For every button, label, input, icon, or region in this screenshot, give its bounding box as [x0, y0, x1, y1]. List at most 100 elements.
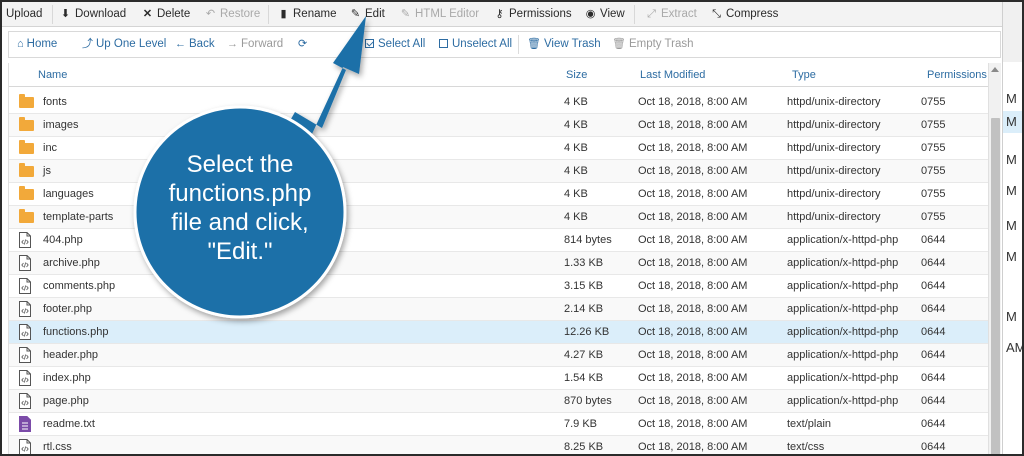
- checkbox-empty-icon: [439, 39, 448, 48]
- file-type: application/x-httpd-php: [787, 303, 899, 315]
- home-label: Home: [26, 38, 58, 50]
- callout-line: Select the: [186, 151, 294, 178]
- file-type: application/x-httpd-php: [787, 349, 899, 361]
- background-window-header: [1003, 2, 1022, 62]
- file-last-modified: Oct 18, 2018, 8:00 AM: [638, 326, 748, 338]
- table-row[interactable]: footer.php 2.14 KB Oct 18, 2018, 8:00 AM ap…: [9, 298, 988, 321]
- text-file-icon: [17, 416, 33, 432]
- folder-icon: [17, 117, 34, 133]
- file-name: footer.php: [43, 303, 92, 315]
- background-window-row: M: [1003, 149, 1022, 171]
- permissions-button[interactable]: ⚷ Permissions: [494, 2, 571, 27]
- file-permissions: 0644: [921, 257, 946, 269]
- table-row[interactable]: images 4 KB Oct 18, 2018, 8:00 AM httpd/uni…: [9, 114, 988, 137]
- home-icon: ⌂: [17, 38, 24, 50]
- table-row[interactable]: index.php 1.54 KB Oct 18, 2018, 8:00 AM app…: [9, 367, 988, 390]
- background-window-text: AM: [1006, 340, 1024, 355]
- file-last-modified: Oct 18, 2018, 8:00 AM: [638, 188, 748, 200]
- up-one-level-button[interactable]: ⤴ Up One Level: [82, 32, 166, 57]
- table-row[interactable]: fonts 4 KB Oct 18, 2018, 8:00 AM httpd/unix…: [9, 91, 988, 114]
- callout-line: file and click,: [171, 209, 309, 236]
- empty-trash-button[interactable]: 🗑 Empty Trash: [612, 32, 694, 57]
- navigation-bar: ⌂ Home ⤴ Up One Level ← Back → Forward ⟳ Sel…: [8, 31, 1001, 58]
- background-window-text: M: [1006, 218, 1017, 233]
- compress-button[interactable]: ⤡ Compress: [711, 2, 778, 27]
- trash-icon: 🗑: [527, 38, 541, 50]
- file-type: httpd/unix-directory: [787, 142, 881, 154]
- html-editor-button[interactable]: ✎ HTML Editor: [400, 2, 479, 27]
- home-button[interactable]: ⌂ Home: [17, 32, 57, 57]
- file-permissions: 0644: [921, 234, 946, 246]
- php-file-icon: [17, 255, 33, 271]
- file-last-modified: Oct 18, 2018, 8:00 AM: [638, 234, 748, 246]
- file-size: 814 bytes: [564, 234, 612, 246]
- delete-button[interactable]: ✕ Delete: [142, 2, 190, 27]
- file-type: httpd/unix-directory: [787, 119, 881, 131]
- arrow-right-icon: →: [227, 38, 238, 50]
- file-last-modified: Oct 18, 2018, 8:00 AM: [638, 349, 748, 361]
- file-name: archive.php: [43, 257, 100, 269]
- unselect-all-button[interactable]: Unselect All: [439, 32, 512, 57]
- download-button[interactable]: ⬇ Download: [60, 2, 126, 27]
- file-name: page.php: [43, 395, 89, 407]
- view-button[interactable]: ◉ View: [585, 2, 625, 27]
- extract-button[interactable]: ⤢ Extract: [646, 2, 697, 27]
- table-row[interactable]: rtl.css 8.25 KB Oct 18, 2018, 8:00 AM text/…: [9, 436, 988, 454]
- background-window-row: M: [1003, 306, 1022, 328]
- forward-button[interactable]: → Forward: [227, 32, 283, 57]
- back-button[interactable]: ← Back: [175, 32, 215, 57]
- compress-icon: ⤡: [712, 8, 721, 20]
- select-all-button[interactable]: Select All: [365, 32, 425, 57]
- column-header-permissions[interactable]: Permissions: [927, 63, 987, 87]
- folder-icon: [17, 94, 34, 110]
- rename-button[interactable]: ▮ Rename: [278, 2, 336, 27]
- upload-button[interactable]: Upload: [6, 2, 42, 27]
- file-name: fonts: [43, 96, 67, 108]
- reload-button[interactable]: ⟳: [298, 32, 310, 57]
- file-name: images: [43, 119, 79, 131]
- file-size: 870 bytes: [564, 395, 612, 407]
- table-row[interactable]: page.php 870 bytes Oct 18, 2018, 8:00 AM ap…: [9, 390, 988, 413]
- file-size: 4 KB: [564, 96, 588, 108]
- scroll-up-arrow-icon[interactable]: [991, 67, 999, 72]
- close-icon: ✕: [142, 8, 153, 20]
- file-type: application/x-httpd-php: [787, 280, 899, 292]
- file-icon: ▮: [280, 8, 287, 20]
- file-size: 4 KB: [564, 119, 588, 131]
- file-permissions: 0644: [921, 280, 946, 292]
- view-trash-button[interactable]: 🗑 View Trash: [527, 32, 601, 57]
- file-size: 4 KB: [564, 165, 588, 177]
- toolbar-divider: [52, 5, 53, 24]
- column-header-name[interactable]: Name: [38, 63, 67, 87]
- edit-button[interactable]: ✎ Edit: [350, 2, 385, 27]
- folder-icon: [17, 140, 34, 156]
- file-permissions: 0755: [921, 188, 946, 200]
- file-permissions: 0644: [921, 441, 946, 453]
- file-last-modified: Oct 18, 2018, 8:00 AM: [638, 303, 748, 315]
- file-last-modified: Oct 18, 2018, 8:00 AM: [638, 165, 748, 177]
- table-row[interactable]: comments.php 3.15 KB Oct 18, 2018, 8:00 AM…: [9, 275, 988, 298]
- select-all-label: Select All: [378, 38, 426, 50]
- table-row[interactable]: header.php 4.27 KB Oct 18, 2018, 8:00 AM ap…: [9, 344, 988, 367]
- file-name: readme.txt: [43, 418, 95, 430]
- file-last-modified: Oct 18, 2018, 8:00 AM: [638, 257, 748, 269]
- file-size: 7.9 KB: [564, 418, 598, 430]
- callout-line: "Edit.": [207, 238, 273, 265]
- restore-button[interactable]: ↶ Restore: [205, 2, 260, 27]
- background-window-row: M: [1003, 88, 1022, 110]
- file-type: httpd/unix-directory: [787, 165, 881, 177]
- folder-icon: [17, 209, 34, 225]
- column-header-type[interactable]: Type: [792, 63, 816, 87]
- vertical-scrollbar[interactable]: [988, 63, 1001, 454]
- file-name: template-parts: [43, 211, 114, 223]
- column-header-size[interactable]: Size: [566, 63, 587, 87]
- background-window-row: M: [1003, 111, 1022, 133]
- table-row[interactable]: functions.php 12.26 KB Oct 18, 2018, 8:00 …: [9, 321, 988, 344]
- column-header-last-modified[interactable]: Last Modified: [640, 63, 705, 87]
- expand-icon: ⤢: [647, 8, 656, 20]
- upload-label: Upload: [6, 8, 43, 20]
- file-name: languages: [43, 188, 94, 200]
- table-row[interactable]: readme.txt 7.9 KB Oct 18, 2018, 8:00 AM tex…: [9, 413, 988, 436]
- scrollbar-thumb[interactable]: [991, 118, 1000, 454]
- file-name: rtl.css: [43, 441, 72, 453]
